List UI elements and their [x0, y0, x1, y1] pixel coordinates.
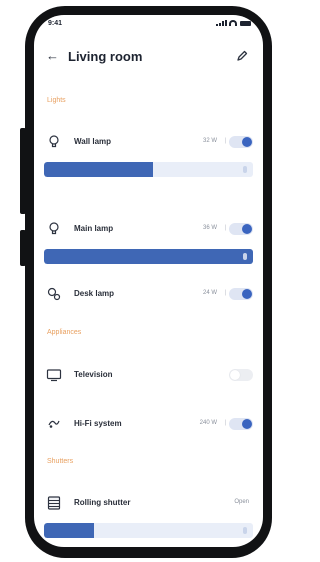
- wall-lamp-toggle[interactable]: [229, 136, 253, 148]
- shutter-icon: [47, 496, 61, 510]
- back-arrow-icon[interactable]: ←: [46, 49, 59, 63]
- shutter-label: Rolling shutter: [74, 498, 131, 507]
- slider-handle[interactable]: [243, 166, 247, 173]
- toggle-knob: [242, 224, 252, 234]
- power-value: 36 W: [202, 225, 217, 231]
- phone-screen: 9:41 ← Living room Lights Wall lamp 32 W…: [34, 15, 263, 547]
- speaker-icon: [48, 420, 60, 428]
- slider-fill: [44, 523, 95, 538]
- appliance-label: Television: [74, 370, 113, 379]
- light-label: Main lamp: [74, 224, 114, 233]
- light-row-desk-lamp[interactable]: Desk lamp 24 W |: [34, 281, 263, 307]
- appliance-label: Hi-Fi system: [74, 419, 122, 428]
- slider-fill: [44, 249, 253, 264]
- app-header: ← Living room: [34, 41, 263, 75]
- light-row-wall-lamp[interactable]: Wall lamp 32 W |: [34, 129, 263, 155]
- slider-fill: [44, 162, 153, 177]
- hifi-system-toggle[interactable]: [229, 418, 253, 430]
- slider-handle[interactable]: [243, 527, 247, 534]
- light-row-main-lamp[interactable]: Main lamp 36 W |: [34, 216, 263, 242]
- toggle-knob: [242, 137, 252, 147]
- desk-lamp-icon: [47, 287, 61, 301]
- status-time: 9:41: [48, 20, 63, 27]
- wifi-icon: [229, 20, 237, 26]
- toggle-knob: [242, 419, 252, 429]
- signal-icon: [216, 20, 227, 26]
- section-appliances-label: Appliances: [47, 329, 82, 336]
- slider-handle[interactable]: [243, 253, 247, 260]
- section-shutters-label: Shutters: [47, 458, 74, 465]
- toggle-knob: [242, 289, 252, 299]
- appliance-row-television[interactable]: Television: [34, 362, 263, 388]
- bulb-icon: [49, 135, 59, 148]
- light-label: Wall lamp: [74, 137, 112, 146]
- desk-lamp-toggle[interactable]: [229, 288, 253, 300]
- page-title: Living room: [68, 49, 143, 64]
- light-label: Desk lamp: [74, 289, 115, 298]
- battery-icon: [240, 20, 251, 26]
- main-lamp-brightness-slider[interactable]: [44, 249, 253, 264]
- power-value: 240 W: [199, 420, 217, 426]
- status-bar: 9:41: [34, 15, 263, 37]
- rolling-shutter-position-slider[interactable]: [44, 523, 253, 538]
- separator: |: [224, 290, 226, 296]
- power-value: 24 W: [202, 290, 217, 296]
- edit-pencil-icon[interactable]: [235, 49, 249, 63]
- appliance-row-hifi-system[interactable]: Hi-Fi system 240 W |: [34, 411, 263, 437]
- toggle-knob: [230, 370, 240, 380]
- separator: |: [224, 138, 226, 144]
- shutter-row-rolling-shutter[interactable]: Rolling shutter Open: [34, 490, 263, 516]
- television-toggle[interactable]: [229, 369, 253, 381]
- section-lights-label: Lights: [47, 97, 66, 104]
- separator: |: [224, 225, 226, 231]
- wall-lamp-brightness-slider[interactable]: [44, 162, 253, 177]
- bulb-icon: [49, 222, 59, 235]
- status-icons: [216, 20, 251, 26]
- main-lamp-toggle[interactable]: [229, 223, 253, 235]
- shutter-state: Open: [234, 499, 249, 505]
- tv-icon: [46, 369, 62, 382]
- power-value: 32 W: [202, 138, 217, 144]
- separator: |: [224, 420, 226, 426]
